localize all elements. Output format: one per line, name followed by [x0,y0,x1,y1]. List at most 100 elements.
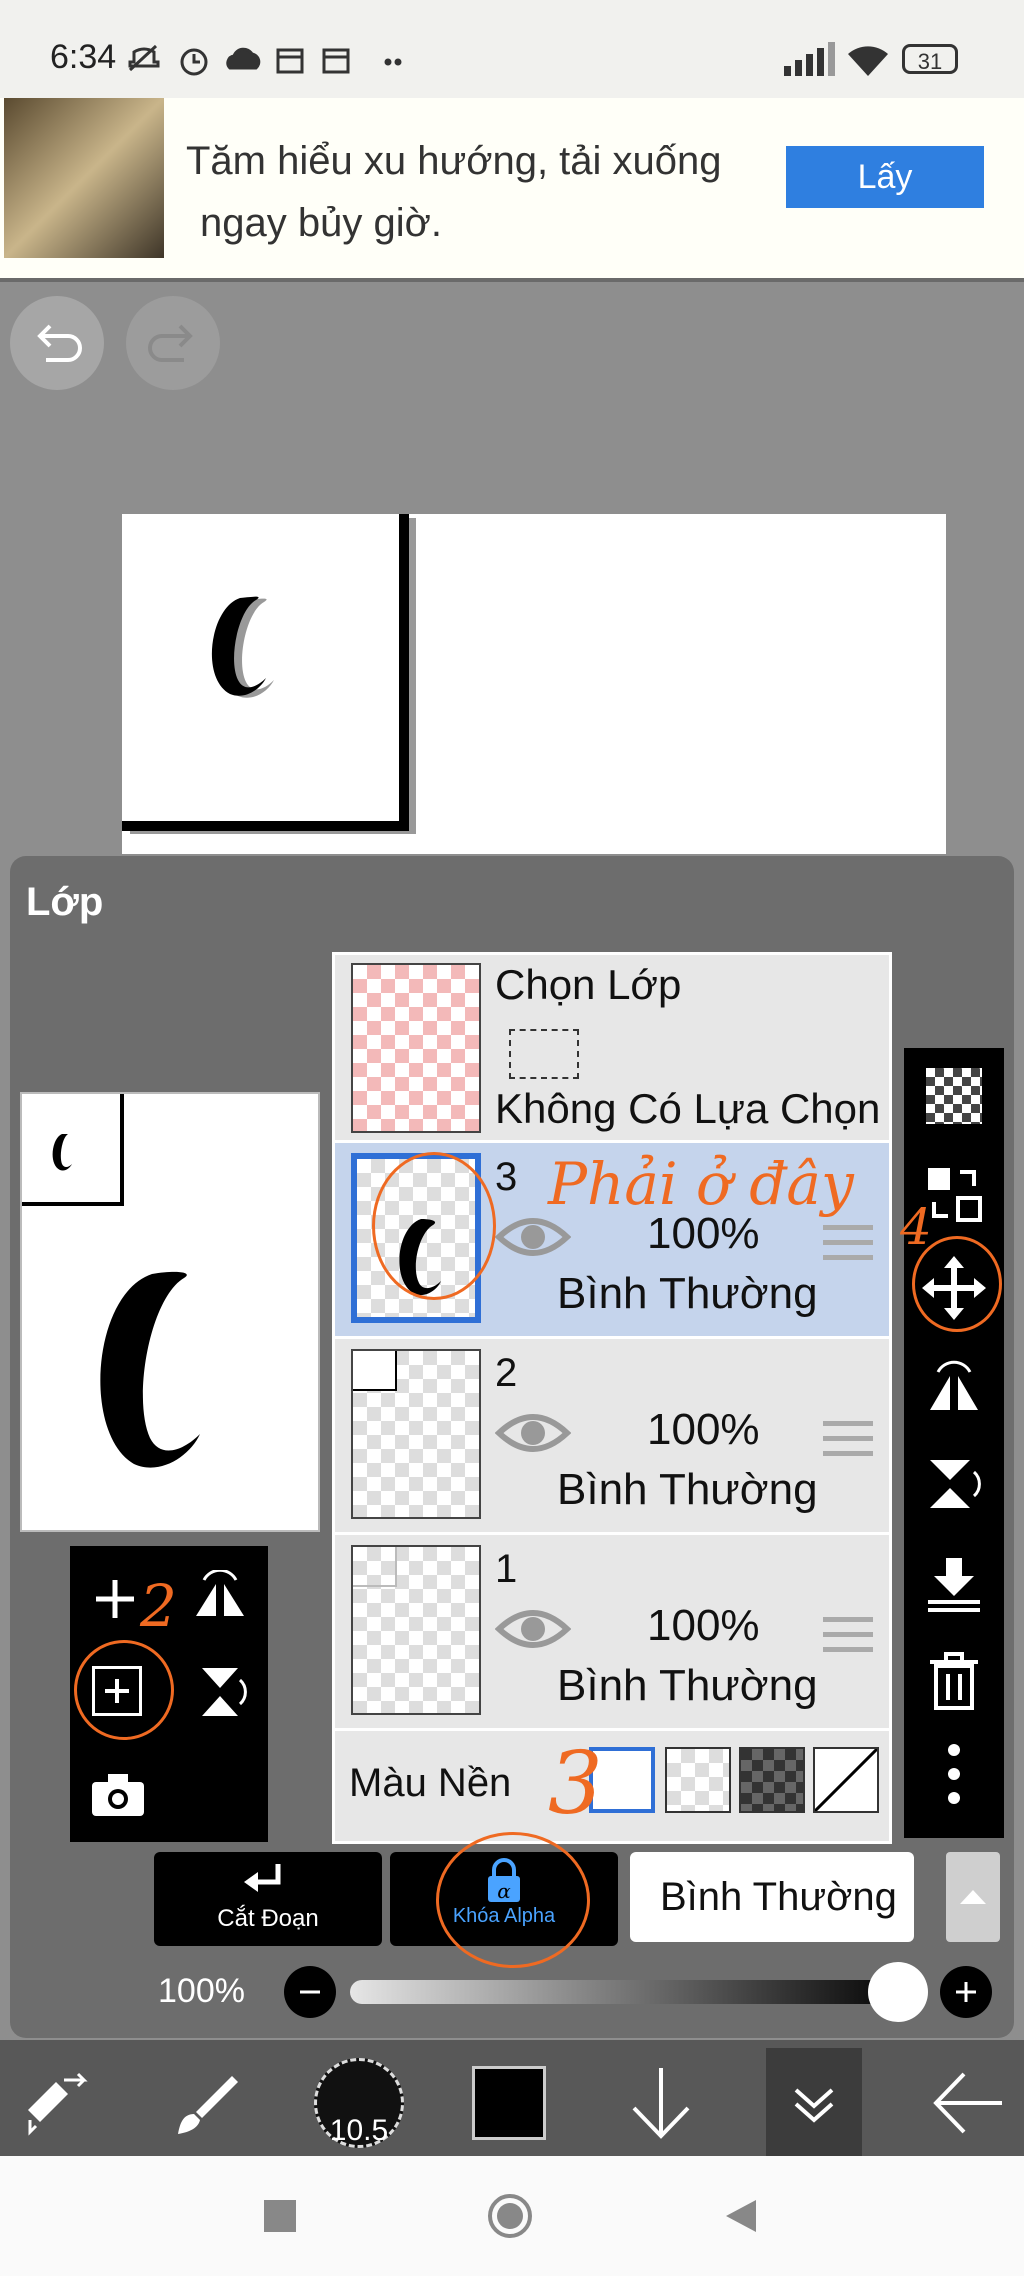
clipping-button[interactable]: Cắt Đoạn [154,1852,382,1946]
layer-number: 2 [495,1351,518,1395]
opacity-label: 100% [158,1972,245,2010]
back-icon[interactable] [722,2198,758,2234]
minus-icon [300,1990,320,1994]
thumb-mini-art [353,1547,397,1587]
selection-marquee-icon [509,1029,579,1079]
thumb-mini-art [353,1351,397,1391]
flip-vertical-icon[interactable] [924,1454,984,1514]
annotation-step3: 3 [548,1734,603,1834]
camera-button[interactable] [90,1770,146,1825]
flip-vertical-icon [202,1668,247,1716]
layer-row-1[interactable]: 1 100% Bình Thường [335,1535,889,1731]
camera-icon [92,1774,144,1816]
arrow-down-icon[interactable] [628,2064,694,2142]
merge-down-icon[interactable] [924,1554,984,1614]
clip-arrow-icon [244,1864,281,1892]
system-nav-bar [0,2156,1024,2276]
status-time: 6:34 [50,38,117,76]
drag-handle-icon[interactable] [823,1617,873,1653]
layer-tools-right [904,1048,1004,1838]
ad-cta-button[interactable]: Lấy [786,146,984,208]
bg-transparent-swatch[interactable] [665,1747,731,1813]
opacity-increase-button[interactable] [940,1966,992,2018]
opacity-slider-thumb[interactable] [868,1962,928,2022]
annotation-note: Phải ở đây [548,1150,854,1218]
visibility-eye-icon[interactable] [495,1603,571,1655]
selection-layer-status: Không Có Lựa Chọn [495,1085,881,1132]
status-bar: 6:34 31 [0,0,1024,98]
redo-icon [148,324,193,362]
home-icon[interactable] [488,2194,532,2238]
flip-horizontal-icon[interactable] [924,1360,984,1420]
layers-list: Chọn Lớp Không Có Lựa Chọn 3 100% Bình T… [332,952,892,1844]
drag-handle-icon[interactable] [823,1225,873,1261]
ad-thumbnail [4,98,164,258]
more-options-icon[interactable] [944,1742,964,1806]
annotation-step2: 2 [140,1572,177,1640]
brush-size-indicator[interactable]: 10.5 [314,2058,404,2148]
add-layer-button[interactable] [90,1574,140,1629]
opacity-row: 100% [150,1962,1006,2032]
opacity-slider-track[interactable] [350,1980,910,2004]
flip-horizontal-layer-button[interactable] [190,1568,250,1635]
undo-button[interactable] [10,296,104,390]
redo-button[interactable] [126,296,220,390]
tool-switch-icon[interactable] [20,2070,94,2136]
annotation-circle-alpha [436,1832,590,1968]
selection-layer-row[interactable]: Chọn Lớp Không Có Lựa Chọn [335,955,889,1143]
chevron-double-down-icon [794,2088,834,2123]
drag-handle-icon[interactable] [823,1421,873,1457]
ad-banner[interactable]: Tăm hiểu xu hướng, tải xuống ngay bủy gi… [0,98,1024,278]
bg-custom-swatch[interactable] [813,1747,879,1813]
clipping-label: Cắt Đoạn [217,1905,319,1932]
annotation-circle-duplicate [74,1640,174,1740]
layer-blend-mode: Bình Thường [557,1269,818,1318]
blend-mode-toggle[interactable] [946,1852,1000,1942]
arrow-left-icon[interactable] [930,2070,1006,2136]
opacity-decrease-button[interactable] [284,1966,336,2018]
annotation-circle-layer3 [372,1152,496,1300]
ad-text: Tăm hiểu xu hướng, tải xuống ngay bủy gi… [186,130,786,254]
selection-layer-thumbnail [351,963,481,1133]
delete-icon[interactable] [926,1650,982,1712]
transparency-icon[interactable] [926,1068,982,1124]
flip-horizontal-icon [196,1568,244,1616]
visibility-eye-icon[interactable] [495,1211,571,1263]
background-label: Màu Nền [349,1761,512,1805]
plus-icon [96,1580,134,1618]
flip-vertical-layer-button[interactable] [190,1662,250,1727]
background-color-row: Màu Nền [335,1731,889,1841]
main-toolbar: 10.5 [0,2040,1024,2156]
none-slash-icon [813,1747,879,1813]
status-icons [128,44,402,76]
layer-preview [20,1092,320,1532]
layer-blend-mode: Bình Thường [557,1661,818,1710]
undo-icon [37,324,82,362]
layer-thumbnail [351,1545,481,1715]
layer-blend-mode: Bình Thường [557,1465,818,1514]
layer-opacity: 100% [647,1601,760,1650]
layer-number: 3 [495,1155,518,1199]
brush-icon[interactable] [170,2072,240,2138]
layer-opacity: 100% [647,1405,760,1454]
bg-dark-swatch[interactable] [739,1747,805,1813]
drawing-canvas[interactable] [122,514,946,854]
panel-title: Lớp [26,880,104,924]
swap-layer-icon[interactable] [924,1164,984,1224]
ad-text-line2: ngay bủy giờ. [200,201,442,245]
visibility-eye-icon[interactable] [495,1407,571,1459]
ad-text-line1: Tăm hiểu xu hướng, tải xuống [186,139,722,183]
divider [0,278,1024,282]
preview-artwork [22,1094,200,1468]
selection-layer-title: Chọn Lớp [495,961,682,1008]
signal-icon [784,42,835,76]
plus-icon [956,1982,976,2002]
recents-icon[interactable] [264,2200,296,2232]
layer-row-2[interactable]: 2 100% Bình Thường [335,1339,889,1535]
wifi-icon [848,46,888,76]
blend-mode-select[interactable]: Bình Thường [630,1852,914,1942]
battery-icon: 31 [902,44,958,74]
layer-thumbnail [351,1349,481,1519]
layer-panel-toggle[interactable] [766,2048,862,2156]
color-swatch[interactable] [472,2066,546,2140]
